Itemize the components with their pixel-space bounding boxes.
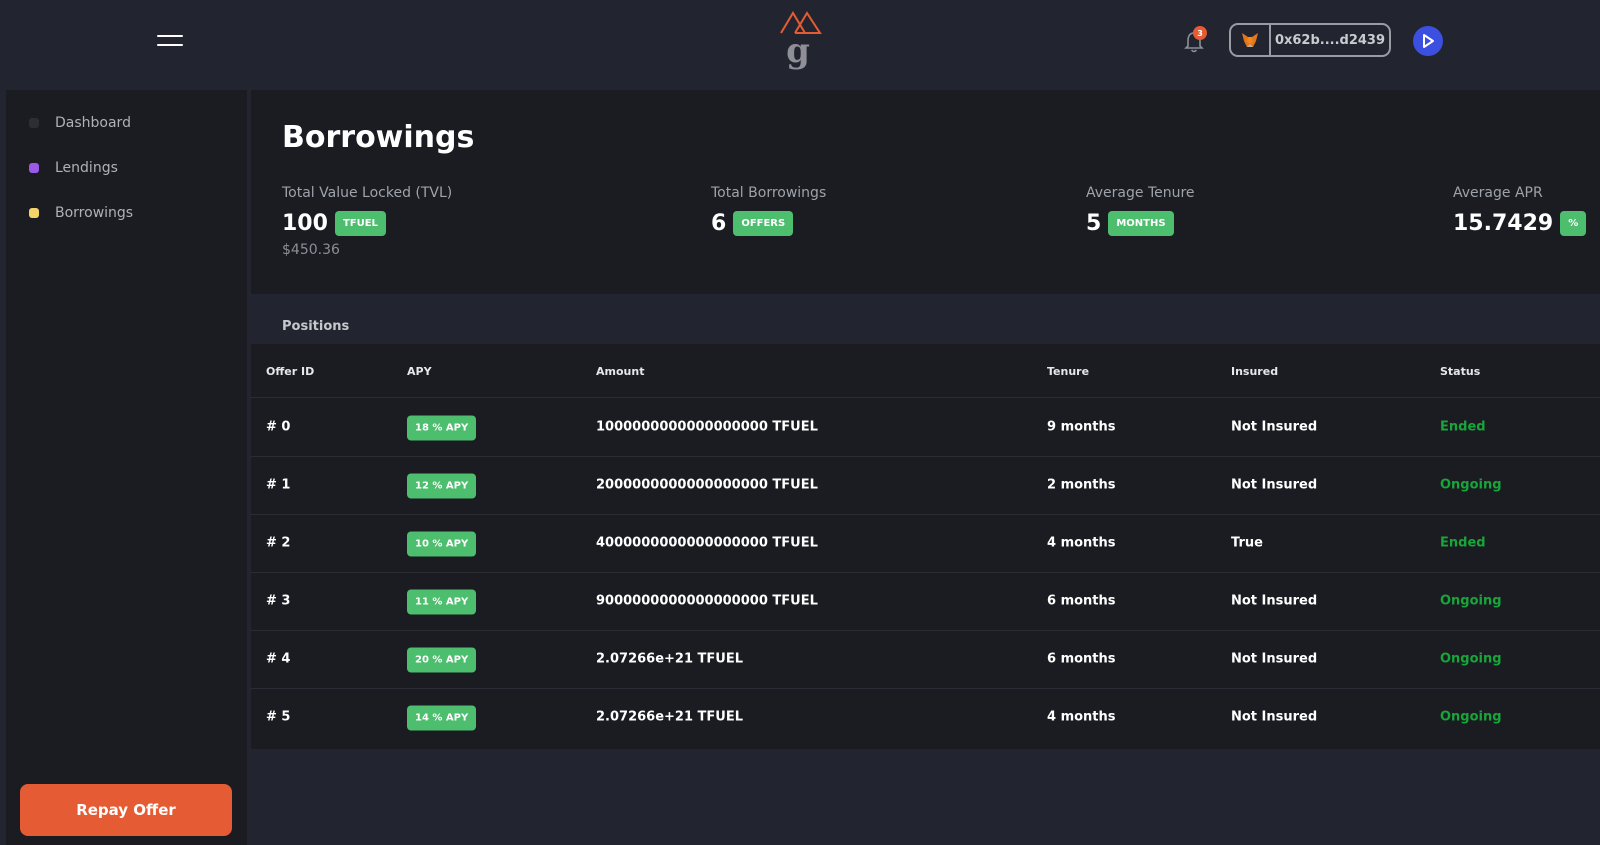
status-text: Ended <box>1440 535 1486 551</box>
hamburger-menu-icon[interactable] <box>157 33 183 49</box>
wallet-address: 0x62b....d2439 <box>1274 32 1386 48</box>
summary-panel: Borrowings Total Value Locked (TVL) 100 … <box>251 90 1600 294</box>
tenure: 9 months <box>1047 419 1116 435</box>
tenure: 6 months <box>1047 651 1116 667</box>
unit-badge: OFFERS <box>733 211 794 236</box>
insured: True <box>1231 535 1263 551</box>
tenure: 4 months <box>1047 535 1116 551</box>
amount: 4000000000000000000 TFUEL <box>596 535 818 551</box>
offer-id: # 1 <box>266 477 291 493</box>
stat-label: Total Borrowings <box>711 185 827 201</box>
offer-id: # 5 <box>266 709 291 725</box>
stat-value: 6 <box>711 211 727 236</box>
offer-id: # 3 <box>266 593 291 609</box>
stat-tvl: Total Value Locked (TVL) 100 TFUEL $450.… <box>282 185 452 258</box>
unit-badge: MONTHS <box>1108 211 1174 236</box>
status-text: Ongoing <box>1440 477 1502 493</box>
positions-table: Offer ID APY Amount Tenure Insured Statu… <box>251 344 1600 749</box>
amount: 2.07266e+21 TFUEL <box>596 709 744 725</box>
apy-badge: 11 % APY <box>407 589 477 615</box>
insured: Not Insured <box>1231 419 1318 435</box>
column-header-amount[interactable]: Amount <box>596 365 644 378</box>
tenure: 4 months <box>1047 709 1116 725</box>
notification-badge: 3 <box>1193 26 1207 40</box>
page-title: Borrowings <box>282 120 475 155</box>
amount: 2.07266e+21 TFUEL <box>596 651 744 667</box>
sidebar: Dashboard Lendings Borrowings Repay Offe… <box>6 90 247 845</box>
play-avatar-icon[interactable] <box>1413 26 1443 56</box>
apy-badge: 18 % APY <box>407 415 477 441</box>
table-row[interactable]: # 1 12 % APY 2000000000000000000 TFUEL 2… <box>251 456 1600 515</box>
status-text: Ended <box>1440 419 1486 435</box>
borrowings-dot-icon <box>29 208 39 218</box>
stat-usd-value: $450.36 <box>282 242 340 258</box>
positions-heading: Positions <box>282 319 350 334</box>
mountain-g-logo[interactable]: g <box>778 10 826 76</box>
status-text: Ongoing <box>1440 593 1502 609</box>
sidebar-item-dashboard[interactable]: Dashboard <box>29 111 131 135</box>
unit-badge: TFUEL <box>334 211 386 236</box>
table-row[interactable]: # 3 11 % APY 9000000000000000000 TFUEL 6… <box>251 572 1600 631</box>
stat-label: Average APR <box>1453 185 1543 201</box>
status-text: Ongoing <box>1440 651 1502 667</box>
top-bar: g 3 0x62b....d2439 <box>0 0 1600 86</box>
sidebar-item-label: Lendings <box>55 160 118 176</box>
unit-badge: % <box>1560 211 1587 236</box>
sidebar-item-lendings[interactable]: Lendings <box>29 156 118 180</box>
column-header-status[interactable]: Status <box>1440 365 1480 378</box>
stat-value: 100 <box>282 211 328 236</box>
stat-average-apr: Average APR 15.7429 % <box>1453 185 1587 236</box>
column-header-tenure[interactable]: Tenure <box>1047 365 1089 378</box>
stat-value: 5 <box>1086 211 1102 236</box>
metamask-fox-icon <box>1231 25 1271 55</box>
stat-total-borrowings: Total Borrowings 6 OFFERS <box>711 185 826 236</box>
insured: Not Insured <box>1231 593 1318 609</box>
insured: Not Insured <box>1231 651 1318 667</box>
sidebar-item-label: Dashboard <box>55 115 131 131</box>
offer-id: # 2 <box>266 535 291 551</box>
insured: Not Insured <box>1231 709 1318 725</box>
stat-average-tenure: Average Tenure 5 MONTHS <box>1086 185 1195 236</box>
lendings-dot-icon <box>29 163 39 173</box>
column-header-offer-id[interactable]: Offer ID <box>266 365 314 378</box>
table-row[interactable]: # 2 10 % APY 4000000000000000000 TFUEL 4… <box>251 514 1600 573</box>
sidebar-item-label: Borrowings <box>55 205 134 221</box>
tenure: 2 months <box>1047 477 1116 493</box>
stat-value: 15.7429 <box>1453 211 1554 236</box>
amount: 9000000000000000000 TFUEL <box>596 593 818 609</box>
stat-label: Average Tenure <box>1086 185 1195 201</box>
apy-badge: 12 % APY <box>407 473 477 499</box>
apy-badge: 20 % APY <box>407 647 477 673</box>
amount: 2000000000000000000 TFUEL <box>596 477 818 493</box>
column-header-insured[interactable]: Insured <box>1231 365 1278 378</box>
offer-id: # 0 <box>266 419 291 435</box>
table-row[interactable]: # 0 18 % APY 1000000000000000000 TFUEL 9… <box>251 398 1600 457</box>
table-row[interactable]: # 5 14 % APY 2.07266e+21 TFUEL 4 months … <box>251 688 1600 746</box>
offer-id: # 4 <box>266 651 291 667</box>
wallet-button[interactable]: 0x62b....d2439 <box>1229 23 1391 57</box>
table-row[interactable]: # 4 20 % APY 2.07266e+21 TFUEL 6 months … <box>251 630 1600 689</box>
table-header: Offer ID APY Amount Tenure Insured Statu… <box>251 344 1600 398</box>
amount: 1000000000000000000 TFUEL <box>596 419 818 435</box>
apy-badge: 10 % APY <box>407 531 477 557</box>
tenure: 6 months <box>1047 593 1116 609</box>
dashboard-dot-icon <box>29 118 39 128</box>
sidebar-item-borrowings[interactable]: Borrowings <box>29 201 133 225</box>
repay-offer-button[interactable]: Repay Offer <box>20 784 232 836</box>
insured: Not Insured <box>1231 477 1318 493</box>
stat-label: Total Value Locked (TVL) <box>282 185 453 201</box>
column-header-apy[interactable]: APY <box>407 365 432 378</box>
apy-badge: 14 % APY <box>407 705 477 731</box>
svg-text:g: g <box>786 31 810 71</box>
status-text: Ongoing <box>1440 709 1502 725</box>
